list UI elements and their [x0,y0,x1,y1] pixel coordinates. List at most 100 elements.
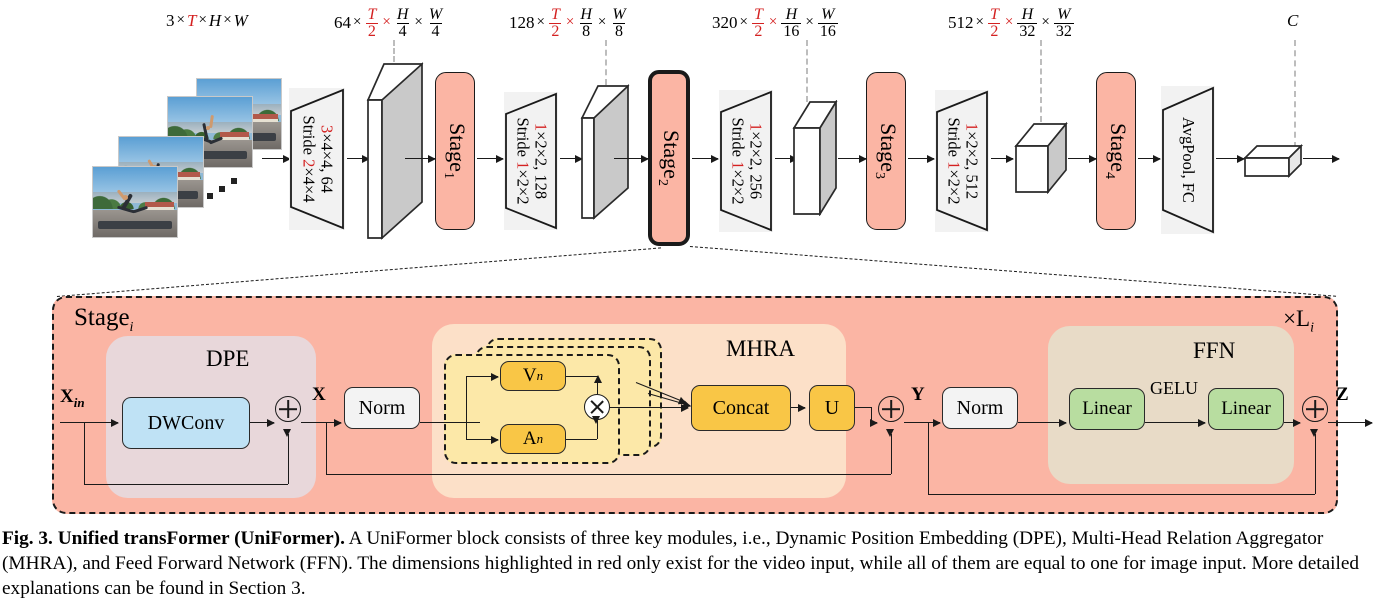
dim-label-stage2: 128 × T2 × H8 × W8 [509,6,627,41]
conv-block-2: 1×2×2, 128 Stride 1×2×2 [504,92,558,230]
label-y: Y [911,384,925,405]
dim4-w-num: W [1057,6,1071,23]
mhra-v-node[interactable]: Vn [500,361,566,391]
stage-detail-title-text: Stage [74,304,130,331]
wire-a-to-times-head [592,416,600,424]
dim1-t-frac: T2 [365,6,378,41]
stage-4-index: 4 [1101,171,1117,179]
conv2-kernel-rest: ×2×2, 128 [531,131,551,200]
stage-4-block[interactable]: Stage4 [1096,72,1136,230]
gelu-label: GELU [1150,378,1198,398]
arrow-stage4-to-head [1138,154,1161,163]
wire-split-to-a [466,435,499,444]
residual-y-down [928,422,929,494]
ffn-group-label: FFN [1193,338,1236,363]
dim4-t-den: 2 [988,23,1001,41]
dim-label-stage1: 64 × T2 × H4 × W4 [334,6,443,41]
norm1-node[interactable]: Norm [344,387,420,429]
arrow-tensor3-to-stage3 [838,154,867,163]
dim1-w-den: 4 [429,23,442,41]
label-x-in-text: X [60,386,74,407]
stage-3-block[interactable]: Stage3 [866,72,906,230]
dim2-w-den: 8 [613,23,626,41]
arrow-tensor4-to-stage4 [1068,154,1097,163]
mhra-group-label: MHRA [726,336,796,361]
dim1-t-num: T [367,6,377,23]
wire-norm1-to-split [420,422,480,423]
arrow-stage3-to-conv4 [908,154,935,163]
label-x: X [312,384,326,405]
stage-1-index: 1 [440,171,456,179]
dwconv-node[interactable]: DWConv [122,397,250,449]
dim3-t-frac: T2 [752,6,765,41]
residual-x-across [326,474,891,475]
arrow-head-to-output [1216,154,1245,163]
dim2-t-den: 2 [549,23,562,41]
feature-tensor-3 [792,100,838,216]
label-x-in: Xin [60,386,85,411]
arrow-conv4-to-tensor4 [991,154,1014,163]
avgpool-fc-text: AvgPool, FC [1179,117,1199,203]
stage-2-block[interactable]: Stage2 [648,70,690,246]
mhra-v-sub: n [536,368,544,383]
wire-norm2-to-linear1 [1018,418,1067,427]
conv-block-3-text: 1×2×2, 256 Stride 1×2×2 [728,93,765,229]
dim2-w-num: W [612,6,626,23]
dim1-h-frac: H4 [395,6,411,41]
mhra-a-text: A [522,428,537,449]
conv-block-1: 3×4×4, 64 Stride 2×4×4 [289,88,345,230]
feature-tensor-2 [580,84,630,220]
conv2-kernel-red: 1 [531,122,551,132]
stage-2-label: Stage2 [654,130,684,186]
input-w: W [233,11,248,30]
conv3-kernel-red: 1 [746,122,766,132]
dim4-t-num: T [989,6,999,23]
residual-x-arrowhead [886,429,894,437]
conv2-stride-pre: Stride [513,117,532,162]
feature-tensor-4 [1014,122,1068,194]
mhra-residual-add [878,396,904,422]
conv-block-1-text: 3×4×4, 64 Stride 2×4×4 [299,91,336,227]
conv-block-2-text: 1×2×2, 128 Stride 1×2×2 [513,95,550,227]
residual-x-down [326,422,327,474]
residual-y-up [1315,434,1316,494]
dim3-h-den: 16 [781,23,802,41]
dim3-t-num: T [753,6,763,23]
dim2-h-frac: H8 [578,6,594,41]
output-c: C [1287,11,1299,30]
stage-1-label: Stage1 [440,123,470,179]
stage-3-index: 3 [871,171,887,179]
ffn-linear1-node[interactable]: Linear [1069,388,1145,430]
wire-add2-to-norm2 [904,418,941,427]
stage-3-name: Stage [876,123,902,172]
stage-detail-title: Stagei [74,304,133,336]
mhra-v-text: V [522,365,537,386]
norm2-node[interactable]: Norm [942,387,1018,429]
mhra-a-node[interactable]: An [500,424,566,454]
mhra-a-sub: n [536,431,544,446]
conv2-stride-rest: ×2×2 [513,169,532,205]
mhra-u-node[interactable]: U [809,385,855,431]
arrow-input-to-conv1 [262,154,291,163]
wire-xin-to-dwconv [60,418,119,427]
dim3-w-num: W [821,6,835,23]
input-dim-label: 3 × T × H × W [166,11,248,30]
input-t: T [186,11,197,30]
dim-label-stage3: 320 × T2 × H 16 × W 16 [712,6,838,41]
stage-1-block[interactable]: Stage1 [435,72,475,230]
dim1-h-den: 4 [396,23,409,41]
label-x-in-sub: in [73,394,85,410]
stage-4-label: Stage4 [1101,123,1131,179]
conv3-stride-rest: ×2×2 [728,169,747,205]
avgpool-fc-block: AvgPool, FC [1161,86,1215,234]
expansion-connector-left [56,247,662,297]
ffn-linear2-node[interactable]: Linear [1208,388,1284,430]
residual-xin-down [84,422,85,484]
conv4-stride-rest: ×2×2 [944,169,963,205]
stage-2-index: 2 [654,178,670,186]
mhra-concat-node[interactable]: Concat [691,385,791,431]
input-h: H [208,11,222,30]
conv4-stride-pre: Stride [944,117,963,162]
expansion-connector-right [689,246,1337,297]
dim2-w-frac: W8 [610,6,627,41]
